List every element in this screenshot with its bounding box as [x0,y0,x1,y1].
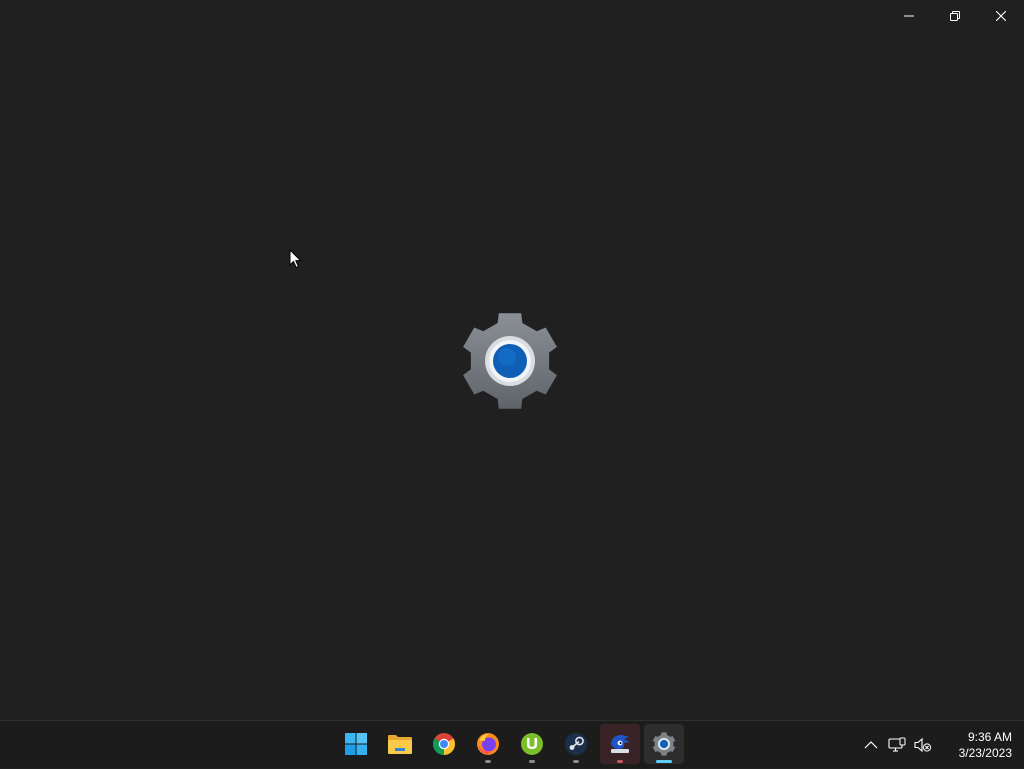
window-caption-controls [886,0,1024,32]
running-indicator [573,760,579,763]
taskbar-firefox[interactable] [468,724,508,764]
taskbar-settings[interactable] [644,724,684,764]
settings-icon [652,732,676,756]
chevron-up-icon [864,741,878,749]
mouse-cursor-icon [289,249,302,269]
minimize-icon [904,15,914,17]
settings-window [0,0,1024,720]
taskbar-steam[interactable] [556,724,596,764]
minimize-button[interactable] [886,0,932,32]
taskbar-sonic[interactable] [600,724,640,764]
tray-volume-button[interactable] [910,725,936,765]
chrome-icon [433,733,455,755]
steam-icon [565,733,587,755]
running-indicator [529,760,535,763]
volume-muted-icon [914,737,932,753]
clock-time: 9:36 AM [967,730,1012,744]
running-indicator [617,760,623,763]
close-icon [996,11,1006,21]
settings-gear-icon [463,313,557,409]
taskbar-start-button[interactable] [336,724,376,764]
taskbar-clock[interactable]: 9:36 AM 3/23/2023 [940,729,1012,761]
tray-network-button[interactable] [884,725,910,765]
restore-button[interactable] [932,0,978,32]
tray-overflow-button[interactable] [858,725,884,765]
sonic-game-icon [611,735,630,753]
close-button[interactable] [978,0,1024,32]
system-tray: 9:36 AM 3/23/2023 [858,721,1024,769]
restore-icon [950,11,960,21]
network-icon [888,737,906,752]
running-indicator [485,760,491,763]
firefox-icon [477,733,499,755]
folder-icon [388,735,412,754]
taskbar-chrome[interactable] [424,724,464,764]
taskbar-file-explorer[interactable] [380,724,420,764]
taskbar: 9:36 AM 3/23/2023 [0,720,1024,768]
utorrent-icon [521,733,543,755]
taskbar-utorrent[interactable] [512,724,552,764]
taskbar-apps [336,724,684,764]
focused-indicator [656,760,672,763]
windows-start-icon [345,733,367,755]
clock-date: 3/23/2023 [958,746,1012,760]
